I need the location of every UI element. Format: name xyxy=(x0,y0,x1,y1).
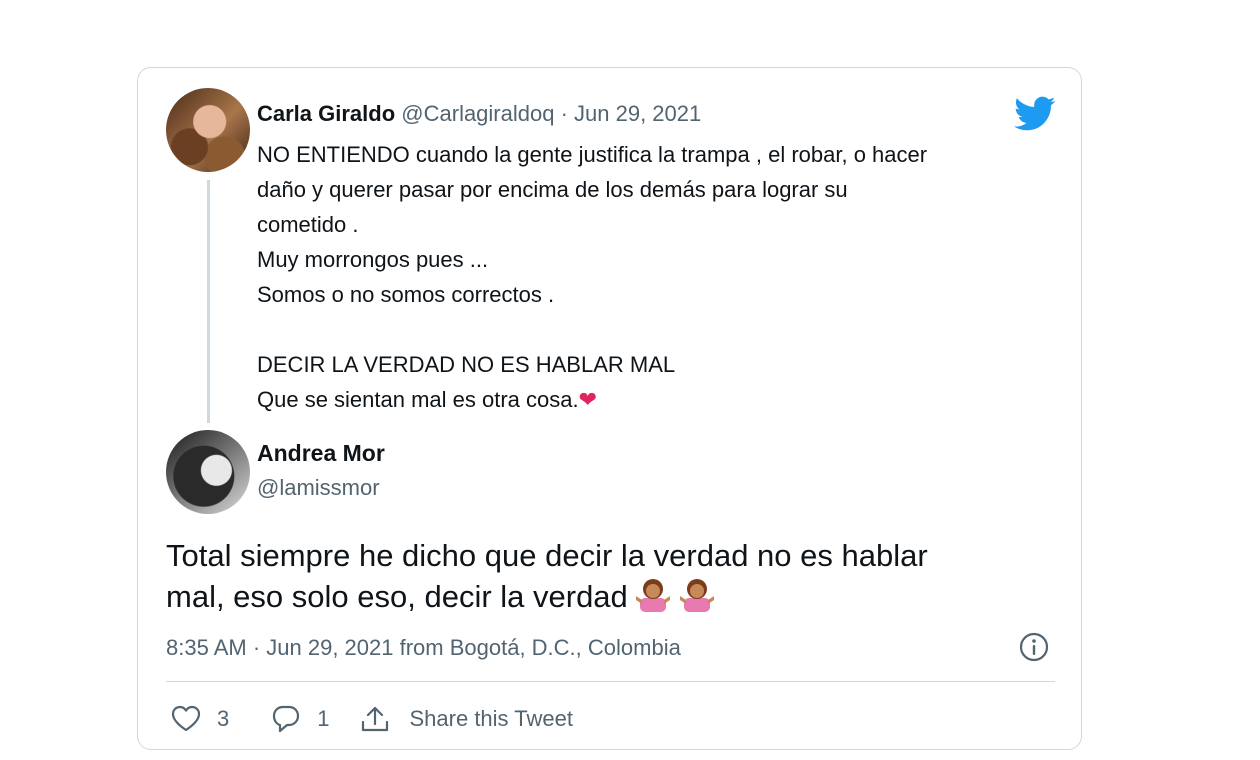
author-handle[interactable]: @lamissmor xyxy=(257,473,380,503)
reply-button[interactable]: 1 xyxy=(271,704,330,734)
tweet-meta-timestamp[interactable]: 8:35 AM · Jun 29, 2021 from Bogotá, D.C.… xyxy=(166,633,681,663)
thread-connector-line xyxy=(207,180,210,423)
tweet-text: Total siempre he dicho que decir la verd… xyxy=(166,536,1046,617)
person-shrugging-icon xyxy=(635,579,670,612)
author-name[interactable]: Andrea Mor xyxy=(257,438,385,468)
quoted-text-line: Muy morrongos pues ... xyxy=(257,247,489,272)
tweet-embed-card: Carla Giraldo @Carlagiraldoq · Jun 29, 2… xyxy=(137,67,1082,750)
quoted-tweet-header: Carla Giraldo @Carlagiraldoq · Jun 29, 2… xyxy=(257,99,701,129)
person-shrugging-icon xyxy=(679,579,714,612)
quoted-text-line: NO ENTIENDO cuando la gente justifica la… xyxy=(257,142,928,167)
tweet-actions: 3 1 Share this Tweet xyxy=(171,702,573,736)
red-heart-icon: ❤ xyxy=(578,387,598,412)
tweet-text-line: Total siempre he dicho que decir la verd… xyxy=(166,538,928,573)
twitter-bird-icon[interactable] xyxy=(1014,96,1056,132)
heart-icon xyxy=(171,705,201,732)
quoted-tweet-text: NO ENTIENDO cuando la gente justifica la… xyxy=(257,137,1057,417)
avatar-carla-giraldo[interactable] xyxy=(166,88,250,172)
share-label: Share this Tweet xyxy=(409,706,573,731)
reply-count: 1 xyxy=(317,706,330,731)
quoted-text-line: DECIR LA VERDAD NO ES HABLAR MAL xyxy=(257,352,676,377)
like-button[interactable]: 3 xyxy=(171,705,229,733)
reply-bubble-icon xyxy=(273,705,300,733)
quoted-text-line-last: Que se sientan mal es otra cosa.❤ xyxy=(257,382,1057,417)
quoted-text-line: Somos o no somos correctos . xyxy=(257,282,555,307)
avatar-andrea-mor[interactable] xyxy=(166,430,250,514)
quoted-author-name[interactable]: Carla Giraldo xyxy=(257,101,395,126)
info-icon[interactable] xyxy=(1018,631,1050,663)
share-tweet-button[interactable]: Share this Tweet xyxy=(360,704,573,734)
quoted-text-line: daño y querer pasar por encima de los de… xyxy=(257,177,848,202)
tweet-text-line: mal, eso solo eso, decir la verdad xyxy=(166,579,628,614)
like-count: 3 xyxy=(217,706,230,731)
divider xyxy=(166,681,1055,682)
quoted-handle-date[interactable]: @Carlagiraldoq · Jun 29, 2021 xyxy=(401,101,701,126)
quoted-text-line xyxy=(257,312,1057,347)
quoted-text-line: Que se sientan mal es otra cosa. xyxy=(257,387,579,412)
share-upload-icon xyxy=(361,706,388,732)
tweet-text-line-2: mal, eso solo eso, decir la verdad xyxy=(166,576,1046,617)
quoted-text-line: cometido . xyxy=(257,212,359,237)
